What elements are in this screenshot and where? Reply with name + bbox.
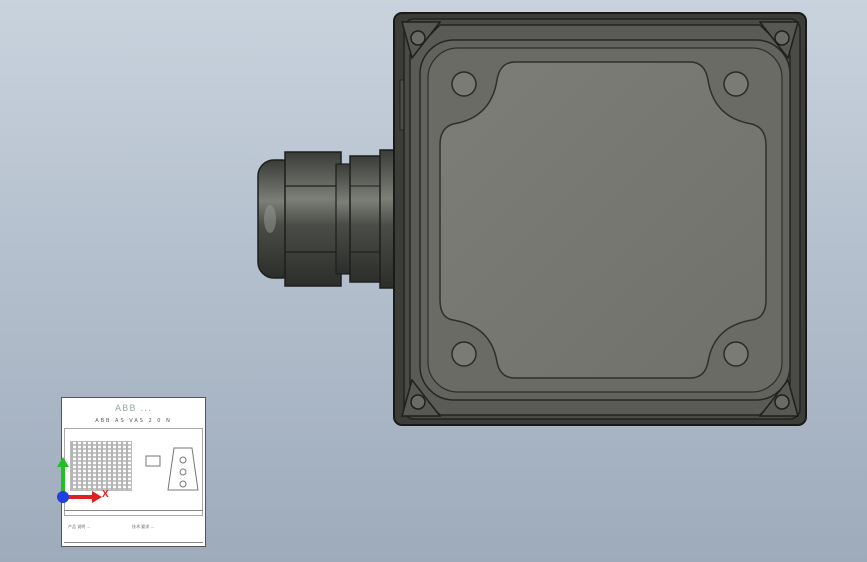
cable-gland[interactable] [257,149,409,289]
enclosure-lid[interactable] [439,61,767,379]
thumbnail-footer-left: 产品 说明 ... [68,524,91,529]
thumbnail-subheader: ABB AS VAS 2 0 N [95,418,172,424]
axis-triad: X [50,455,110,510]
thumbnail-bottom-line [64,542,203,543]
x-axis-label: X [102,489,109,500]
thumbnail-header: ABB ... [115,404,152,414]
triad-arrows [57,457,102,503]
thumbnail-symbol [145,447,199,491]
thumbnail-divider [64,510,203,511]
thumbnail-footer-right: 技术 要求 ... [132,524,155,529]
